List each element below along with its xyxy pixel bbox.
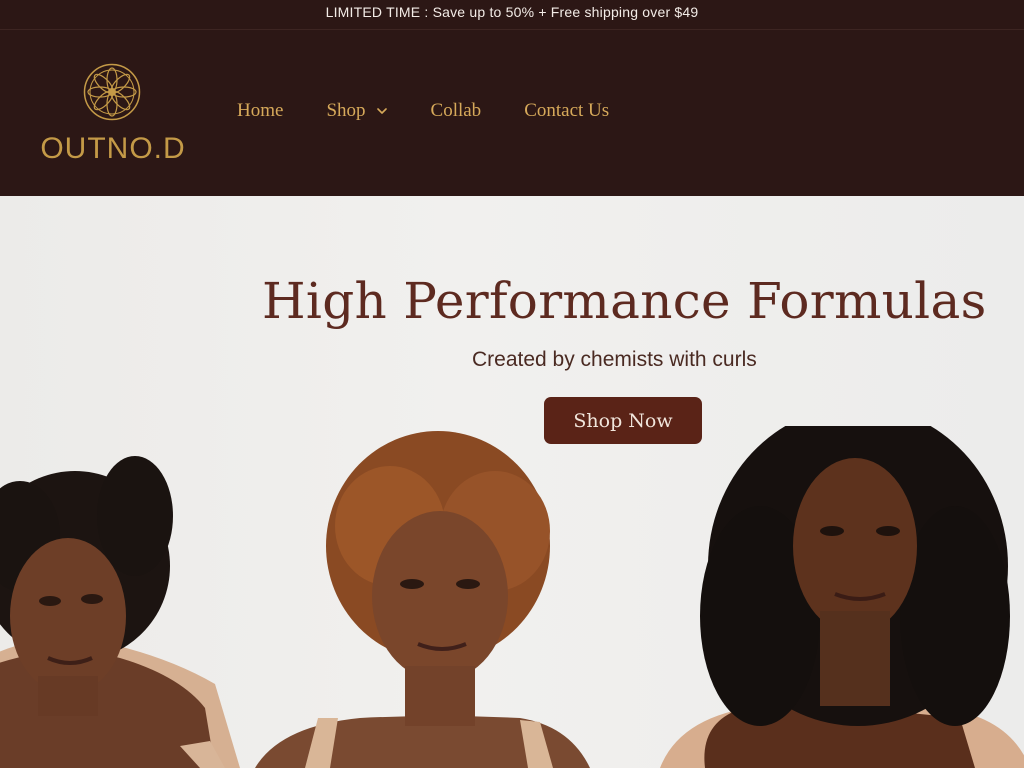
model-left-figure — [0, 456, 240, 768]
nav-shop[interactable]: Shop — [326, 100, 387, 122]
nav-home[interactable]: Home — [237, 100, 283, 122]
announcement-bar: LIMITED TIME : Save up to 50% + Free shi… — [0, 0, 1024, 30]
logo-text: OUTNO.D — [40, 132, 186, 165]
mandala-icon — [83, 63, 141, 121]
hero-title: High Performance Formulas — [262, 272, 987, 330]
model-right-figure — [660, 426, 1024, 768]
nav-shop-label: Shop — [326, 100, 366, 121]
hero-subtitle: Created by chemists with curls — [472, 348, 757, 371]
hero-banner: High Performance Formulas Created by che… — [0, 196, 1024, 768]
chevron-down-icon — [376, 108, 387, 114]
model-middle-figure — [255, 431, 590, 768]
nav-collab[interactable]: Collab — [431, 100, 482, 122]
hero-models-image — [0, 426, 1024, 768]
announcement-text: LIMITED TIME : Save up to 50% + Free shi… — [325, 3, 699, 20]
nav-home-label: Home — [237, 100, 284, 121]
nav-contact-label: Contact Us — [524, 100, 610, 121]
site-logo[interactable]: OUTNO.D — [40, 60, 186, 170]
shop-now-button[interactable]: Shop Now — [544, 397, 702, 444]
site-header: OUTNO.D Home Shop Collab Contact Us — [0, 30, 1024, 196]
nav-contact-us[interactable]: Contact Us — [524, 100, 609, 122]
main-navigation: Home Shop Collab Contact Us — [237, 100, 609, 122]
nav-collab-label: Collab — [430, 100, 482, 121]
